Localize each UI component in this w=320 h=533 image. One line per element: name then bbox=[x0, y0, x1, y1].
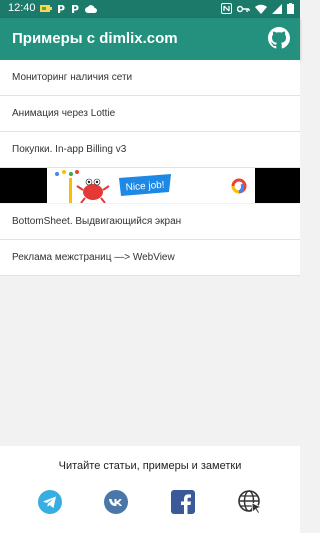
confetti-dot bbox=[75, 170, 79, 174]
ad-illustration: Nice job! bbox=[55, 170, 247, 203]
signal-icon bbox=[272, 3, 282, 14]
web-icon bbox=[238, 490, 263, 515]
list-item-lottie-animation[interactable]: Анимация через Lottie bbox=[0, 96, 300, 132]
p-icon: P bbox=[71, 3, 79, 14]
vk-button[interactable] bbox=[103, 489, 129, 515]
list-item-label: Реклама межстраниц —> WebView bbox=[12, 252, 175, 263]
confetti-dot bbox=[62, 170, 66, 174]
cloud-icon bbox=[85, 4, 97, 13]
svg-text:P: P bbox=[57, 3, 65, 14]
crab-pupil bbox=[95, 180, 99, 184]
list-item-label: Мониторинг наличия сети bbox=[12, 72, 133, 83]
ad-banner-content[interactable]: Nice job! bbox=[47, 168, 255, 203]
footer-text: Читайте статьи, примеры и заметки bbox=[58, 460, 242, 472]
p-icon: P bbox=[57, 3, 65, 14]
google-ads-logo bbox=[231, 178, 247, 194]
key-icon bbox=[237, 5, 250, 12]
list-item-in-app-billing[interactable]: Покупки. In-app Billing v3 bbox=[0, 132, 300, 168]
github-icon bbox=[268, 27, 290, 49]
app-bar: Примеры с dimlix.com bbox=[0, 18, 300, 60]
list-item-label: BottomSheet. Выдвигающийся экран bbox=[12, 216, 182, 227]
telegram-icon bbox=[38, 490, 62, 514]
examples-list: Мониторинг наличия сети Анимация через L… bbox=[0, 60, 300, 168]
battery-icon bbox=[287, 3, 294, 14]
facebook-icon bbox=[171, 490, 195, 514]
list-item-bottomsheet[interactable]: BottomSheet. Выдвигающийся экран bbox=[0, 204, 300, 240]
status-bar: 12:40 P P bbox=[0, 0, 300, 18]
confetti-dot bbox=[69, 172, 73, 176]
svg-text:P: P bbox=[71, 3, 79, 14]
facebook-button[interactable] bbox=[170, 489, 196, 515]
ad-banner[interactable]: Nice job! bbox=[0, 168, 300, 203]
list-item-label: Покупки. In-app Billing v3 bbox=[12, 144, 127, 155]
status-time: 12:40 bbox=[8, 2, 36, 14]
crab-mascot bbox=[83, 184, 103, 200]
nfc-icon bbox=[221, 3, 232, 14]
app-screen: 12:40 P P Примеры с dimlix.com Мониторин… bbox=[0, 0, 300, 533]
crab-pupil bbox=[87, 180, 91, 184]
github-button[interactable] bbox=[268, 27, 290, 49]
status-right-icons bbox=[221, 3, 294, 14]
confetti-dot bbox=[55, 172, 59, 176]
list-item-label: Анимация через Lottie bbox=[12, 108, 116, 119]
app-title: Примеры с dimlix.com bbox=[12, 30, 178, 47]
battery-saver-icon bbox=[40, 5, 52, 12]
list-item-interstitial-webview[interactable]: Реклама межстраниц —> WebView bbox=[0, 240, 300, 276]
footer: Читайте статьи, примеры и заметки bbox=[0, 446, 300, 533]
list-item-network-monitoring[interactable]: Мониторинг наличия сети bbox=[0, 60, 300, 96]
website-button[interactable] bbox=[237, 489, 263, 515]
telegram-button[interactable] bbox=[37, 489, 63, 515]
ad-pole bbox=[69, 178, 72, 203]
vk-icon bbox=[104, 490, 128, 514]
examples-list-continued: BottomSheet. Выдвигающийся экран Реклама… bbox=[0, 204, 300, 276]
wifi-icon bbox=[255, 4, 267, 14]
status-left-icons: P P bbox=[40, 3, 97, 14]
